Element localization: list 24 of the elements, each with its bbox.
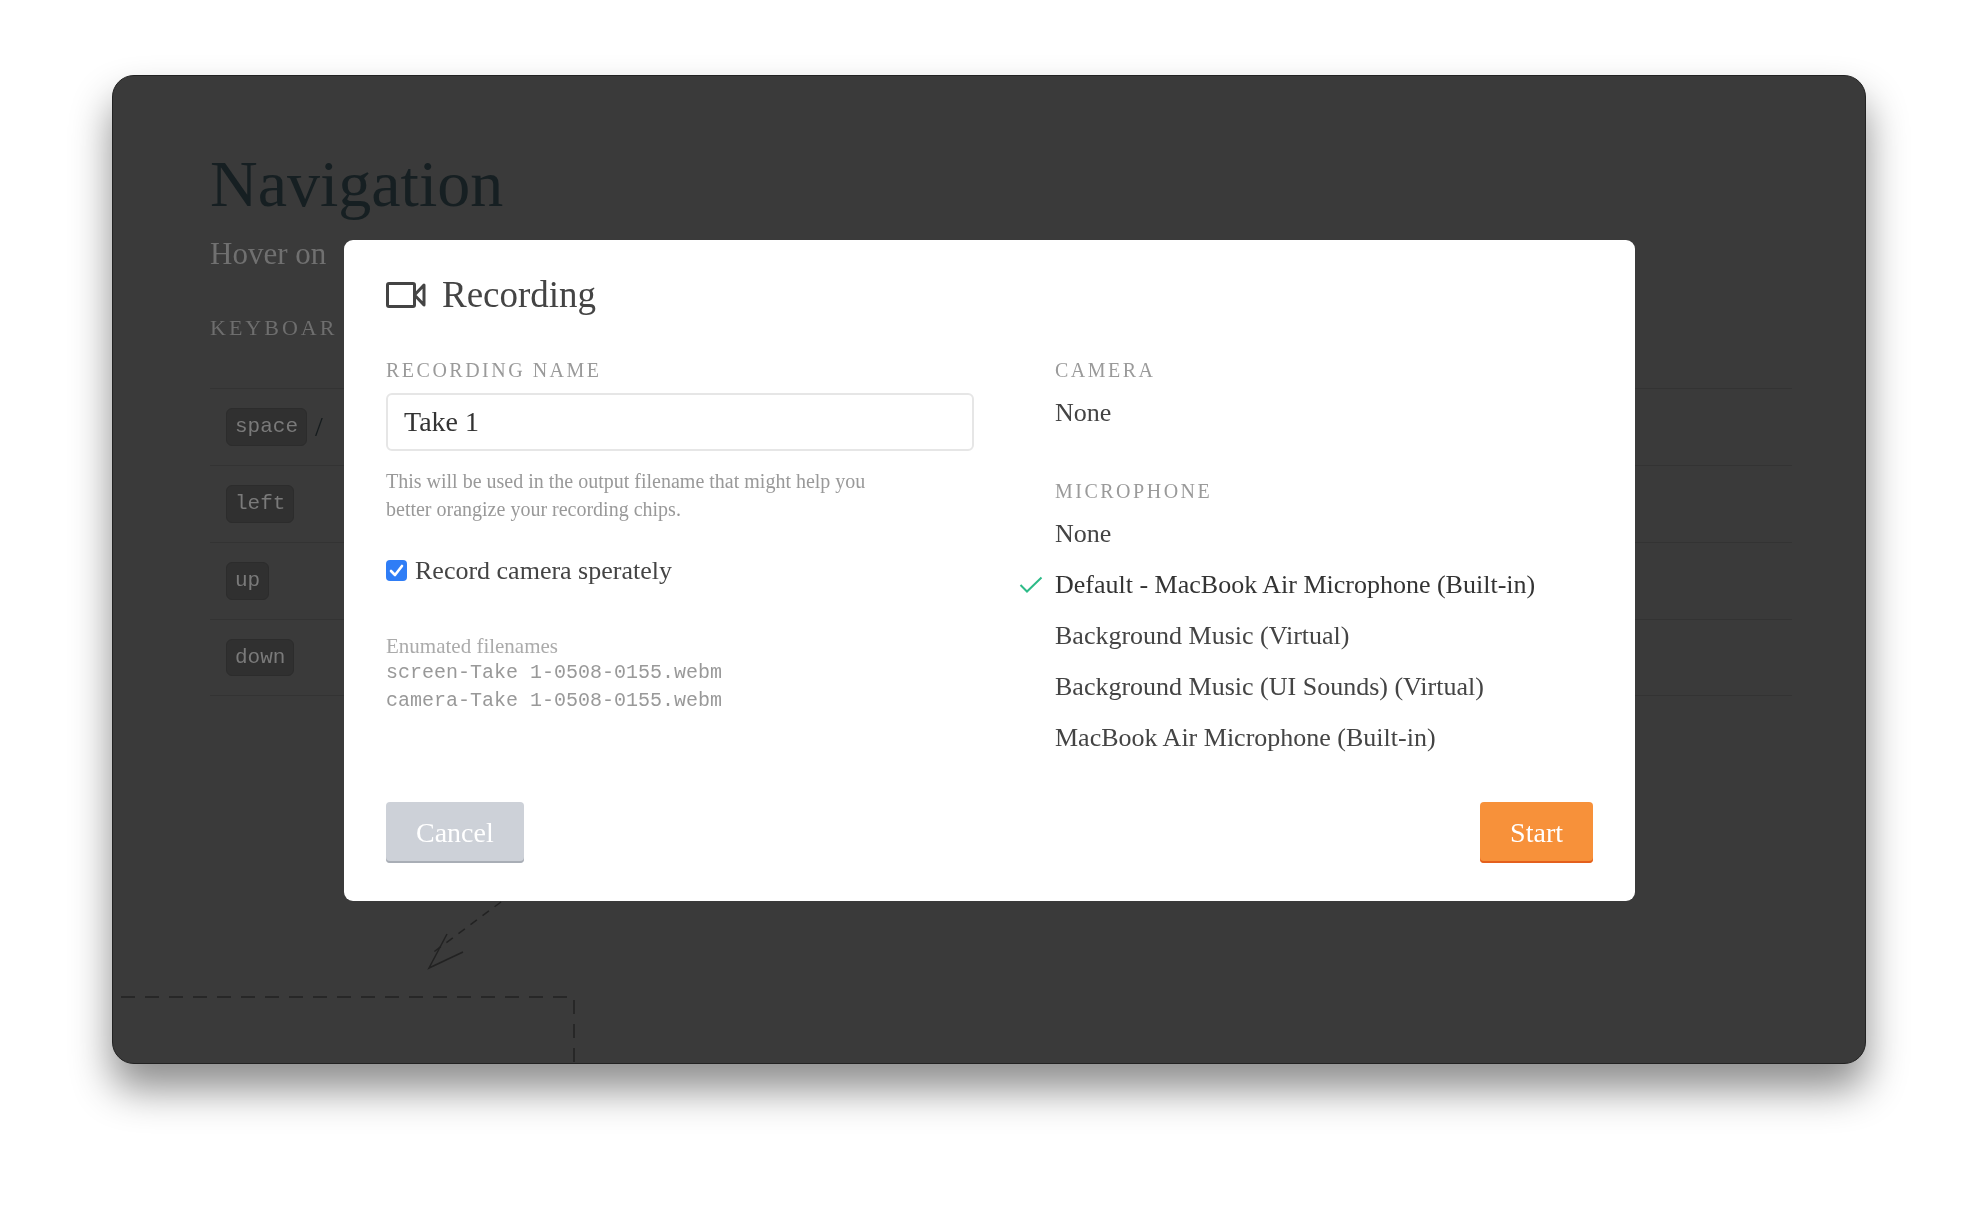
- filename-text: screen-Take 1-0508-0155.webm: [386, 660, 724, 687]
- video-camera-icon: [386, 280, 426, 309]
- key-chip: down: [226, 638, 295, 677]
- checkmark-icon: [1019, 576, 1043, 593]
- field-label: RECORDING NAME: [386, 358, 603, 383]
- section-label: CAMERA: [1055, 358, 1157, 383]
- filenames-label: Enumated filenames: [386, 634, 560, 660]
- filename-text: camera-Take 1-0508-0155.webm: [386, 688, 724, 715]
- recording-name-field[interactable]: Take 1: [386, 393, 974, 451]
- help-text: This will be used in the output filename that might help you better orangize your recording chips.: [386, 469, 866, 523]
- device-option[interactable]: MacBook Air Microphone (Built-in): [1055, 723, 1436, 752]
- device-option[interactable]: None: [1055, 398, 1112, 427]
- section-label: MICROPHONE: [1055, 479, 1214, 504]
- key-chip: up: [226, 562, 270, 600]
- key-chip: space: [226, 408, 307, 446]
- device-option[interactable]: Background Music (Virtual): [1055, 621, 1350, 650]
- checkbox[interactable]: [386, 560, 407, 581]
- key-chip: left: [226, 485, 295, 523]
- dialog-title: Recording: [442, 276, 597, 313]
- checkbox-label[interactable]: Record camera sperately: [415, 551, 672, 590]
- device-option[interactable]: Default - MacBook Air Microphone (Built-in): [1055, 570, 1536, 599]
- device-option[interactable]: Background Music (UI Sounds) (Virtual): [1055, 672, 1484, 701]
- device-option[interactable]: None: [1055, 519, 1112, 548]
- key-separator: /: [315, 410, 323, 445]
